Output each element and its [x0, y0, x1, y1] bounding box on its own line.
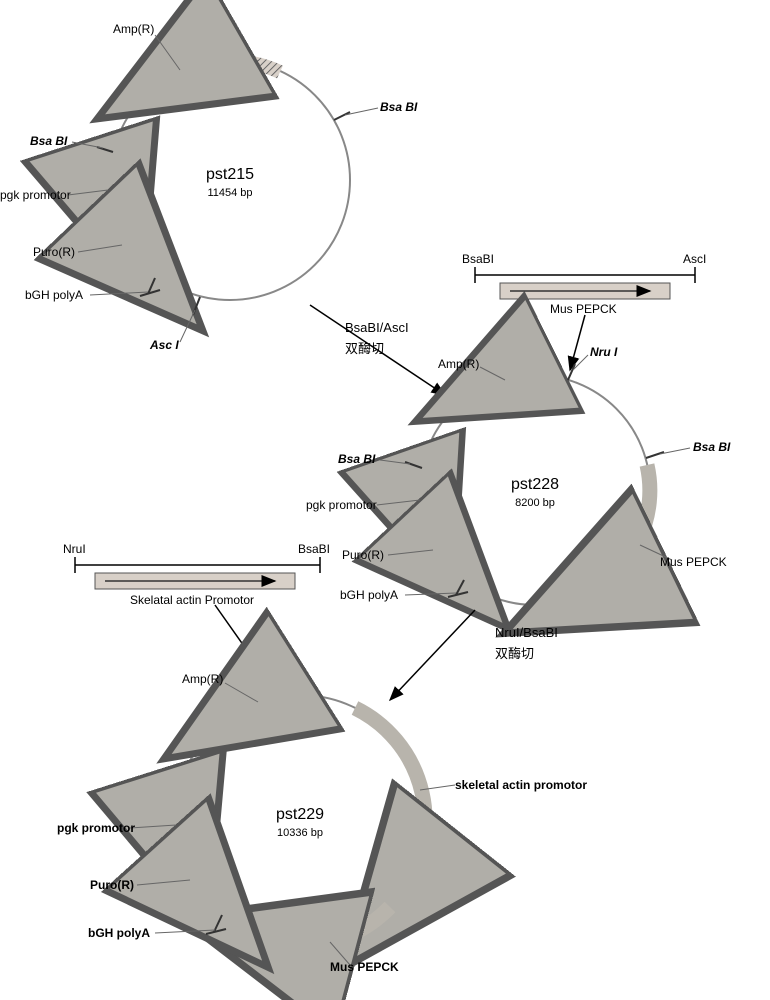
feature-puro-arc — [118, 225, 145, 270]
label-amp-2: Amp(R) — [438, 357, 479, 371]
workflow-arrow-frag1 — [570, 315, 585, 370]
step2-en: NruI/BsaBI — [495, 625, 558, 640]
label-puro-2: Puro(R) — [342, 548, 384, 562]
workflow-arrow-frag2 — [215, 605, 275, 690]
frag1-right: AscI — [683, 252, 706, 266]
label-bgh-2: bGH polyA — [340, 588, 398, 602]
feature-amp-arc — [170, 61, 280, 77]
label-pgk-2: pgk promotor — [306, 498, 377, 512]
feature-muspepck-arc — [585, 465, 650, 594]
label-bsabi-2a: Bsa BI — [693, 440, 730, 454]
label-bsabi-2b: Bsa BI — [338, 452, 375, 466]
step1-en: BsaBI/AscI — [345, 320, 409, 335]
plasmid-pst215-size: 11454 bp — [207, 187, 252, 199]
plasmid-pst229-name: pst229 — [276, 806, 324, 824]
frag2-right: BsaBI — [298, 542, 330, 556]
label-asci-1: Asc I — [150, 338, 179, 352]
frag1-left: BsaBI — [462, 252, 494, 266]
step2-cn: 双酶切 — [495, 643, 534, 662]
label-bsabi-1b: Bsa BI — [30, 134, 67, 148]
feature-skelactin-arc — [355, 708, 425, 898]
workflow-arrow-2 — [390, 610, 475, 700]
frag2-left: NruI — [63, 542, 86, 556]
step1-cn: 双酶切 — [345, 338, 384, 357]
label-bgh-1: bGH polyA — [25, 288, 83, 302]
plasmid-pst215-name: pst215 — [206, 166, 254, 184]
feature-pgk-arc — [110, 160, 116, 218]
fragment-skelactin — [75, 557, 320, 589]
plasmid-pst228-size: 8200 bp — [515, 497, 555, 509]
label-bgh-3: bGH polyA — [88, 926, 150, 940]
label-bsabi-1a: Bsa BI — [380, 100, 417, 114]
plasmid-pst228-name: pst228 — [511, 476, 559, 494]
label-muspepck-2: Mus PEPCK — [660, 555, 727, 569]
label-pgk-3: pgk promotor — [57, 821, 135, 835]
fragment-muspepck — [475, 267, 695, 299]
label-nrui-2: Nru I — [590, 345, 617, 359]
label-puro-3: Puro(R) — [90, 878, 134, 892]
frag1-label: Mus PEPCK — [550, 302, 617, 316]
label-amp-3: Amp(R) — [182, 672, 223, 686]
label-amp-1: Amp(R) — [113, 22, 154, 36]
label-skelprom-3: skeletal actin promotor — [455, 778, 587, 792]
feature-amp-arc-2 — [485, 375, 557, 387]
diagram-svg — [0, 0, 770, 1000]
frag2-label: Skelatal actin Promotor — [130, 593, 254, 607]
label-pgk-1: pgk promotor — [0, 188, 71, 202]
label-puro-1: Puro(R) — [33, 245, 75, 259]
label-muspepck-3: Mus PEPCK — [330, 960, 399, 974]
plasmid-pst229-size: 10336 bp — [277, 827, 323, 839]
